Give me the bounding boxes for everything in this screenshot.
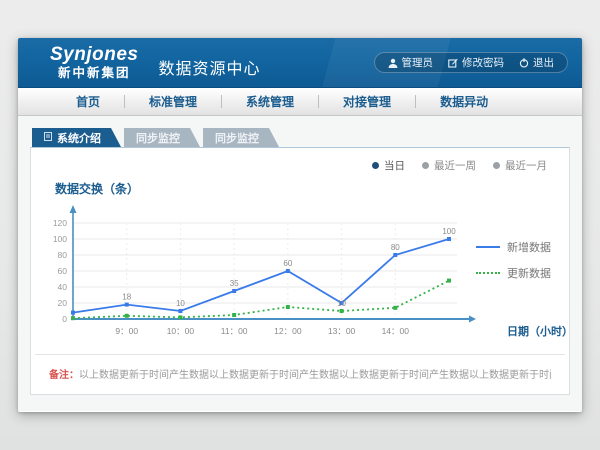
data-point bbox=[393, 253, 397, 257]
nav-item-data-change[interactable]: 数据异动 bbox=[416, 93, 512, 110]
current-user-button[interactable]: 管理员 bbox=[388, 55, 434, 70]
radio-dot bbox=[422, 162, 429, 169]
data-point bbox=[232, 289, 236, 293]
radio-label: 最近一周 bbox=[434, 158, 476, 173]
logout-label: 退出 bbox=[533, 55, 554, 70]
user-menu: 管理员 修改密码 退出 bbox=[374, 52, 569, 73]
radio-label: 最近一月 bbox=[505, 158, 547, 173]
data-point bbox=[178, 309, 182, 313]
power-icon bbox=[519, 58, 529, 68]
radio-last-month[interactable]: 最近一月 bbox=[493, 158, 547, 173]
app-window: Synjones 新中新集团 数据资源中心 管理员 修改密码 退出 bbox=[18, 38, 582, 412]
tab-label: 同步监控 bbox=[136, 130, 180, 146]
data-point bbox=[125, 303, 129, 307]
chart-legend: 新增数据 更新数据 bbox=[476, 239, 551, 281]
x-tick-label: 14：00 bbox=[382, 326, 410, 336]
radio-dot bbox=[372, 162, 379, 169]
edit-icon bbox=[448, 58, 458, 68]
tab-sync-monitor-2[interactable]: 同步监控 bbox=[203, 128, 279, 147]
data-point bbox=[71, 316, 75, 320]
chart-y-axis-title: 数据交换（条） bbox=[55, 180, 569, 197]
data-point-label: 100 bbox=[442, 227, 456, 236]
current-user-label: 管理员 bbox=[402, 55, 434, 70]
data-point bbox=[447, 237, 451, 241]
data-point-label: 35 bbox=[230, 279, 239, 288]
legend-label: 新增数据 bbox=[507, 239, 551, 255]
footnote-text: 以上数据更新于时间产生数据以上数据更新于时间产生数据以上数据更新于时间产生数据以… bbox=[79, 370, 551, 381]
data-point bbox=[340, 309, 344, 313]
main-nav: 首页 标准管理 系统管理 对接管理 数据异动 bbox=[18, 88, 582, 116]
data-point-label: 10 bbox=[176, 299, 185, 308]
footnote: 备注：以上数据更新于时间产生数据以上数据更新于时间产生数据以上数据更新于时间产生… bbox=[49, 366, 551, 381]
legend-item-new-data: 新增数据 bbox=[476, 239, 551, 255]
solid-line-swatch bbox=[476, 246, 500, 248]
data-point-label: 60 bbox=[283, 259, 292, 268]
brand-name: Synjones bbox=[50, 45, 138, 65]
footnote-section: 备注：以上数据更新于时间产生数据以上数据更新于时间产生数据以上数据更新于时间产生… bbox=[35, 354, 565, 394]
brand-subtitle: 新中新集团 bbox=[50, 67, 138, 80]
dotted-line-swatch bbox=[476, 272, 500, 274]
user-icon bbox=[388, 58, 398, 68]
y-tick-label: 60 bbox=[58, 266, 68, 276]
data-point bbox=[393, 306, 397, 310]
data-point-label: 80 bbox=[391, 243, 400, 252]
y-tick-label: 80 bbox=[58, 250, 68, 260]
document-icon bbox=[44, 132, 52, 144]
y-tick-label: 40 bbox=[58, 282, 68, 292]
tab-label: 系统介绍 bbox=[57, 130, 101, 146]
nav-item-standard-mgmt[interactable]: 标准管理 bbox=[125, 93, 221, 110]
change-password-label: 修改密码 bbox=[462, 55, 504, 70]
data-point bbox=[125, 314, 129, 318]
x-axis-arrow bbox=[469, 316, 476, 323]
footnote-label: 备注： bbox=[49, 370, 79, 381]
nav-item-system-mgmt[interactable]: 系统管理 bbox=[222, 93, 318, 110]
change-password-button[interactable]: 修改密码 bbox=[448, 55, 504, 70]
y-tick-label: 0 bbox=[62, 314, 67, 324]
data-point bbox=[232, 313, 236, 317]
radio-dot bbox=[493, 162, 500, 169]
y-axis-arrow bbox=[70, 205, 77, 213]
chart-x-axis-title: 日期（小时） bbox=[507, 324, 573, 338]
data-point bbox=[178, 315, 182, 319]
chart-container: 0 20 40 60 80 100 120 9：00 10：00 11：00 12：00 13：00 1… bbox=[37, 197, 569, 352]
radio-label: 当日 bbox=[384, 158, 405, 173]
radio-last-week[interactable]: 最近一周 bbox=[422, 158, 476, 173]
x-tick-label: 10：00 bbox=[167, 326, 195, 336]
nav-item-home[interactable]: 首页 bbox=[52, 93, 124, 110]
x-tick-label: 11：00 bbox=[221, 326, 248, 336]
chart-panel: 当日 最近一周 最近一月 数据交换（条） 0 20 40 60 80 100 120 9：00… bbox=[30, 147, 570, 395]
content-area: 系统介绍 同步监控 同步监控 当日 最近一周 bbox=[18, 116, 582, 411]
header: Synjones 新中新集团 数据资源中心 管理员 修改密码 退出 bbox=[18, 38, 582, 88]
x-tick-label: 13：00 bbox=[328, 326, 356, 336]
tab-bar: 系统介绍 同步监控 同步监控 bbox=[32, 128, 570, 147]
data-point bbox=[71, 311, 75, 315]
tab-label: 同步监控 bbox=[215, 130, 259, 146]
legend-item-updated-data: 更新数据 bbox=[476, 265, 551, 281]
data-point bbox=[286, 305, 290, 309]
logout-button[interactable]: 退出 bbox=[519, 55, 554, 70]
radio-today[interactable]: 当日 bbox=[372, 158, 405, 173]
data-point-label: 18 bbox=[122, 293, 131, 302]
brand-logo: Synjones 新中新集团 bbox=[50, 45, 138, 80]
data-point bbox=[286, 269, 290, 273]
y-tick-label: 20 bbox=[58, 298, 68, 308]
data-point-label: 10 bbox=[337, 299, 346, 308]
nav-item-docking-mgmt[interactable]: 对接管理 bbox=[319, 93, 415, 110]
x-tick-label: 12：00 bbox=[274, 326, 302, 336]
y-tick-label: 100 bbox=[53, 234, 67, 244]
page-title: 数据资源中心 bbox=[158, 55, 260, 79]
date-range-filters: 当日 最近一周 最近一月 bbox=[372, 158, 547, 173]
tab-sync-monitor-1[interactable]: 同步监控 bbox=[124, 128, 200, 147]
tab-system-intro[interactable]: 系统介绍 bbox=[32, 128, 121, 147]
data-point bbox=[447, 279, 451, 283]
x-tick-label: 9：00 bbox=[115, 326, 138, 336]
legend-label: 更新数据 bbox=[507, 265, 551, 281]
y-tick-label: 120 bbox=[53, 218, 67, 228]
